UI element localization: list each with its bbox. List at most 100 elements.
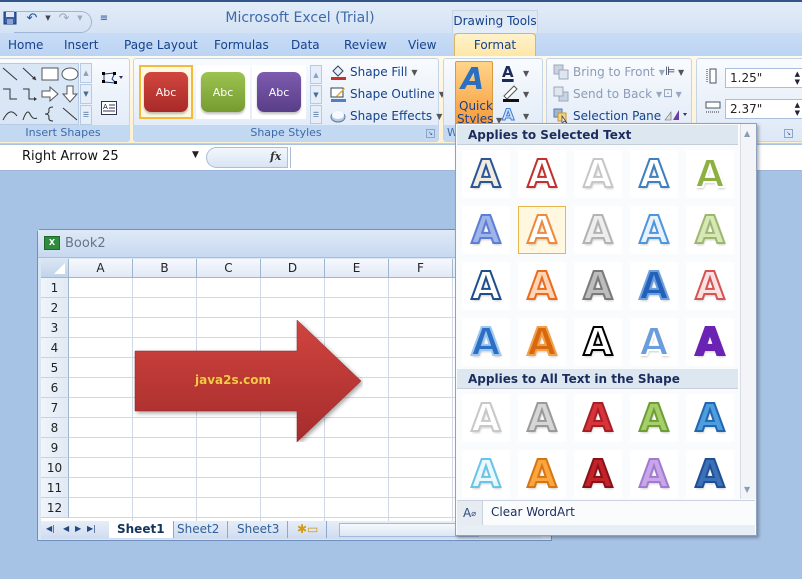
left-brace-shape-icon[interactable] (40, 104, 60, 124)
wordart-style-option[interactable]: A (630, 150, 678, 198)
row-header[interactable]: 9 (41, 438, 69, 458)
arrow-shape-icon[interactable] (20, 64, 40, 84)
tab-insert[interactable]: Insert (64, 38, 98, 52)
group-icon[interactable]: ⊡ ▼ (663, 86, 682, 100)
clear-wordart-item[interactable]: A ⌀ Clear WordArt (457, 500, 755, 525)
gallery-scroll-down[interactable]: ▼ (80, 84, 92, 104)
dialog-launcher-icon[interactable]: ↘ (426, 129, 435, 138)
tab-view[interactable]: View (408, 38, 436, 52)
column-header[interactable]: E (325, 259, 389, 278)
wordart-style-option[interactable]: A (462, 150, 510, 198)
row-header[interactable]: 11 (41, 478, 69, 498)
styles-more[interactable]: ☰ (310, 105, 322, 124)
row-header[interactable]: 7 (41, 398, 69, 418)
sheet-tab-sheet2[interactable]: Sheet2 (169, 521, 229, 538)
wordart-style-option[interactable]: A (574, 318, 622, 366)
tab-page-layout[interactable]: Page Layout (124, 38, 198, 52)
oval-shape-icon[interactable] (60, 64, 80, 84)
wordart-style-option[interactable]: A (574, 206, 622, 254)
shape-width-input[interactable]: 2.37" ▲ ▼ (725, 99, 802, 119)
wordart-style-option[interactable]: A (462, 206, 510, 254)
column-header[interactable]: A (69, 259, 133, 278)
column-header[interactable]: C (197, 259, 261, 278)
styles-scroll-up[interactable]: ▲ (310, 65, 322, 84)
sheet-tab-sheet1[interactable]: Sheet1 (109, 521, 174, 538)
row-header[interactable]: 1 (41, 278, 69, 298)
elbow-arrow-connector-icon[interactable] (20, 84, 40, 104)
wordart-style-option[interactable]: A (574, 450, 622, 498)
quick-styles-button[interactable]: A Quick Styles ▼ (455, 61, 502, 126)
line-shape-icon[interactable] (60, 104, 80, 124)
last-sheet-button[interactable]: ▶| (87, 524, 96, 533)
gallery-more[interactable]: ☰ (80, 105, 92, 125)
name-box-dropdown-icon[interactable]: ▼ (192, 150, 199, 160)
row-header[interactable]: 12 (41, 498, 69, 518)
wordart-style-option[interactable]: A (630, 262, 678, 310)
width-spinner[interactable]: ▲ ▼ (795, 101, 800, 117)
sheet-tab-sheet3[interactable]: Sheet3 (229, 521, 289, 538)
name-box[interactable]: Right Arrow 25 (0, 148, 205, 168)
resize-grip[interactable] (457, 525, 755, 535)
next-sheet-button[interactable]: ▶ (75, 524, 81, 533)
gallery-scroll-up[interactable]: ▲ (80, 63, 92, 83)
arrow-shape-text[interactable]: java2s.com (195, 373, 271, 387)
row-header[interactable]: 8 (41, 418, 69, 438)
text-effects-icon[interactable]: A (501, 105, 514, 125)
wordart-style-option[interactable]: A (518, 318, 566, 366)
select-all-button[interactable] (41, 259, 69, 278)
customize-qat-icon[interactable]: ≡ (94, 8, 114, 28)
align-icon[interactable]: ⊫ ▼ (665, 64, 684, 78)
wordart-style-option[interactable]: A (574, 150, 622, 198)
styles-scroll-down[interactable]: ▼ (310, 85, 322, 104)
shape-outline-button[interactable]: Shape Outline ▼ (330, 86, 445, 102)
dialog-launcher-icon[interactable]: ↘ (784, 129, 793, 138)
column-header[interactable]: F (389, 259, 453, 278)
wordart-style-option[interactable]: A (462, 394, 510, 442)
right-arrow-shape-icon[interactable] (40, 84, 60, 104)
wordart-style-option[interactable]: A (630, 450, 678, 498)
wordart-style-option[interactable]: A (686, 318, 734, 366)
tab-formulas[interactable]: Formulas (214, 38, 269, 52)
prev-sheet-button[interactable]: ◀ (63, 524, 69, 533)
wordart-style-option[interactable]: A (518, 150, 566, 198)
scroll-up-icon[interactable]: ▲ (744, 129, 750, 138)
send-to-back-button[interactable]: Send to Back ▼ (553, 86, 662, 102)
column-header[interactable]: D (261, 259, 325, 278)
bring-to-front-button[interactable]: Bring to Front ▼ (553, 64, 665, 80)
row-header[interactable]: 5 (41, 358, 69, 378)
wordart-style-option[interactable]: A (686, 450, 734, 498)
edit-shape-icon[interactable] (101, 71, 123, 88)
down-arrow-shape-icon[interactable] (60, 84, 80, 104)
wordart-style-option[interactable]: A (518, 394, 566, 442)
elbow-connector-icon[interactable] (0, 84, 20, 104)
text-fill-icon[interactable]: A (502, 63, 514, 81)
wordart-style-option[interactable]: A (518, 206, 566, 254)
row-header[interactable]: 10 (41, 458, 69, 478)
shape-style-thumb-1[interactable]: Abc (139, 65, 193, 119)
wordart-style-option[interactable]: A (462, 262, 510, 310)
wordart-style-option[interactable]: A (686, 262, 734, 310)
height-spinner[interactable]: ▲ ▼ (795, 70, 800, 86)
text-outline-icon[interactable] (502, 84, 520, 105)
row-header[interactable]: 4 (41, 338, 69, 358)
tab-data[interactable]: Data (291, 38, 320, 52)
wordart-style-option[interactable]: A (518, 450, 566, 498)
row-header[interactable]: 6 (41, 378, 69, 398)
wordart-style-option[interactable]: A (686, 150, 734, 198)
tab-format[interactable]: Format (454, 33, 536, 57)
arc-shape-icon[interactable] (0, 104, 20, 124)
column-header[interactable]: B (133, 259, 197, 278)
wordart-style-option[interactable]: A (574, 394, 622, 442)
insert-sheet-button[interactable]: ✱▭ (289, 521, 328, 538)
wordart-style-option[interactable]: A (630, 394, 678, 442)
rectangle-shape-icon[interactable] (40, 64, 60, 84)
tab-home[interactable]: Home (8, 38, 43, 52)
wordart-style-option[interactable]: A (686, 394, 734, 442)
wordart-style-option[interactable]: A (574, 262, 622, 310)
first-sheet-button[interactable]: ◀| (46, 524, 55, 533)
shape-effects-button[interactable]: Shape Effects ▼ (330, 108, 442, 124)
wordart-style-option[interactable]: A (630, 318, 678, 366)
shape-fill-button[interactable]: Shape Fill ▼ (330, 64, 418, 80)
gallery-scrollbar[interactable]: ▲ ▼ (740, 124, 756, 499)
selection-pane-button[interactable]: Selection Pane (553, 108, 661, 124)
